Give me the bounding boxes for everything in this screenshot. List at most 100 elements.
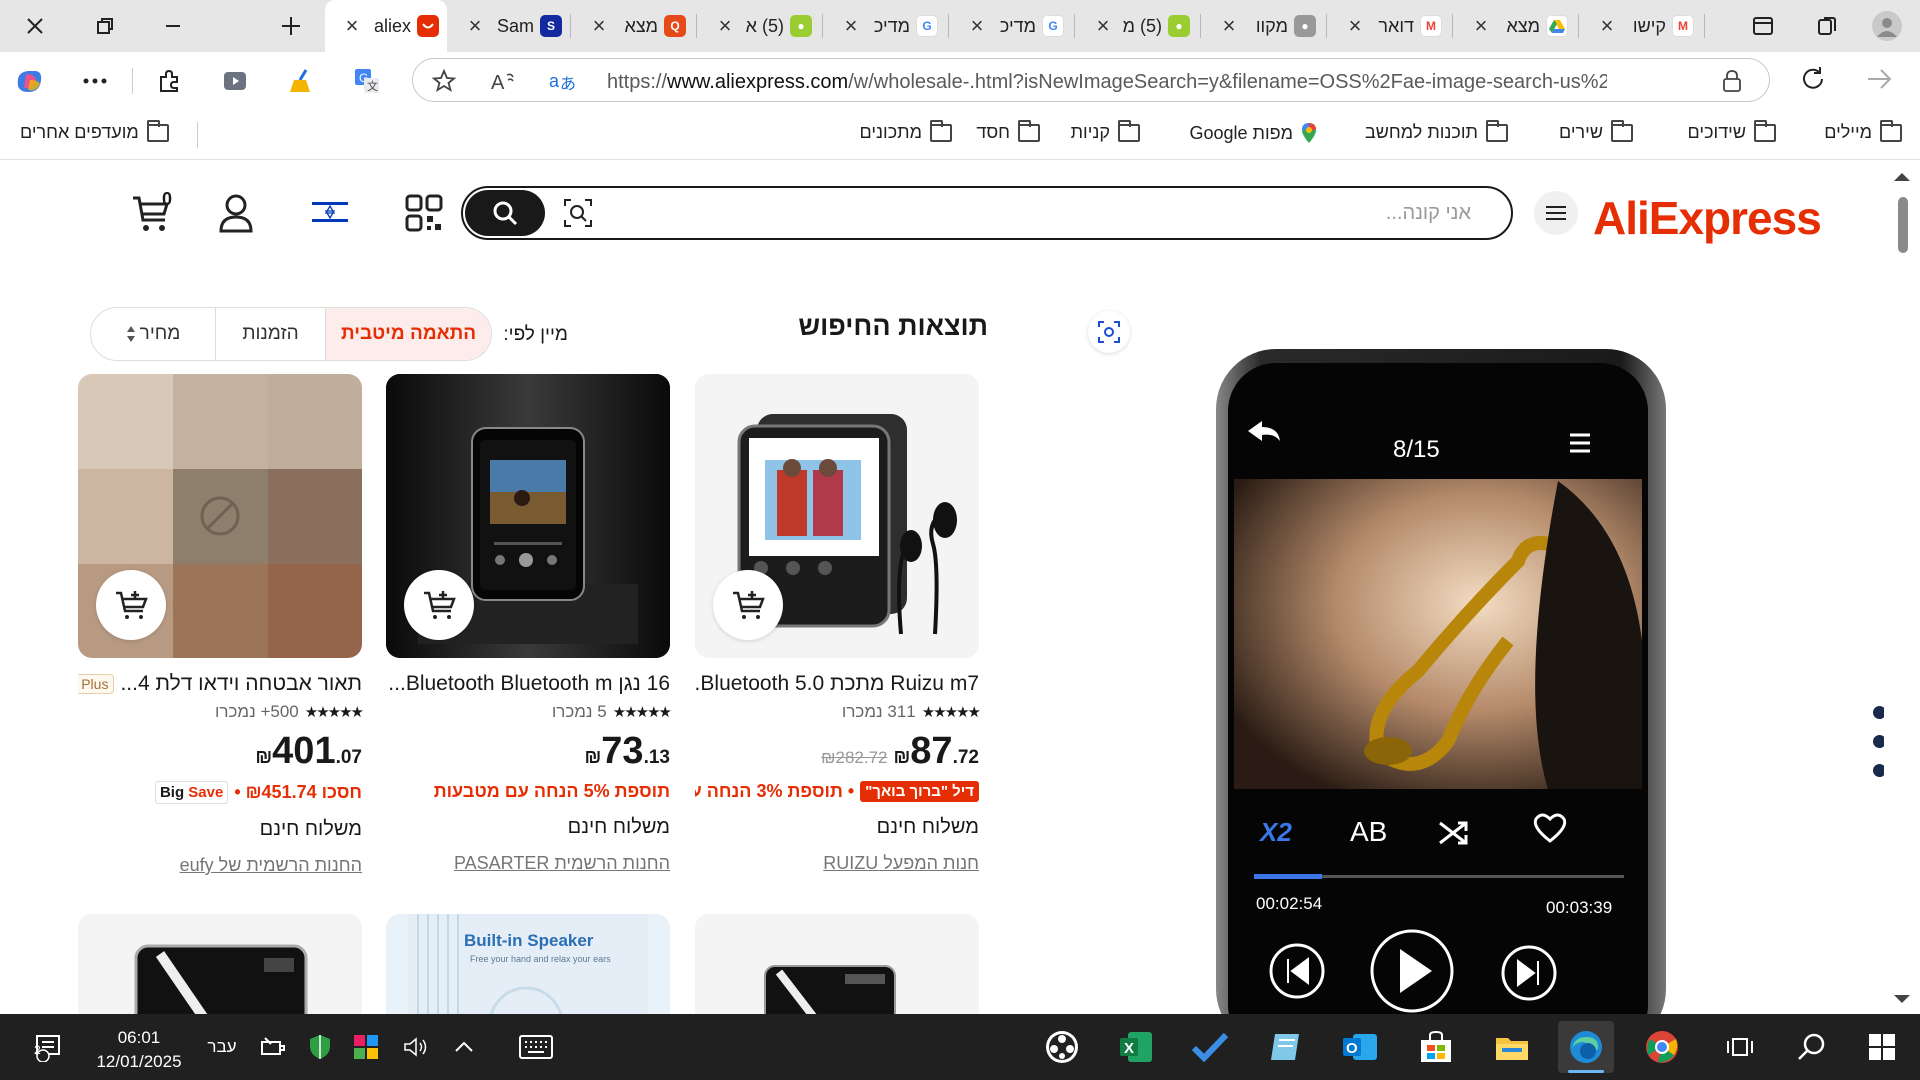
address-bar[interactable]: A aあ https://www.aliexpress.com/w/wholes… bbox=[412, 58, 1770, 102]
chrome-icon[interactable] bbox=[1642, 1027, 1682, 1067]
windows-start-icon[interactable] bbox=[1862, 1027, 1902, 1067]
israel-flag-icon[interactable] bbox=[310, 197, 350, 227]
product-card[interactable] bbox=[78, 914, 362, 1014]
power-icon[interactable] bbox=[252, 1027, 292, 1067]
tab-item[interactable]: M דואר × bbox=[1328, 0, 1450, 52]
minimize-window-icon[interactable] bbox=[152, 6, 194, 46]
bookmark-folder[interactable]: חסד bbox=[976, 119, 1040, 143]
product-card[interactable] bbox=[695, 914, 979, 1014]
bookmark-folder[interactable]: תוכנות למחשב bbox=[1365, 119, 1508, 143]
read-aloud-icon[interactable]: A bbox=[491, 68, 517, 94]
tab-close-icon[interactable]: × bbox=[714, 13, 736, 39]
sort-orders[interactable]: הזמנות bbox=[215, 308, 325, 360]
volume-icon[interactable] bbox=[396, 1027, 436, 1067]
add-to-cart-button[interactable] bbox=[96, 570, 166, 640]
product-title[interactable]: Ruizu m7 מתכת Bluetooth 5.0... bbox=[695, 672, 979, 696]
more-options-icon[interactable] bbox=[78, 64, 112, 98]
tab-close-icon[interactable]: × bbox=[1344, 13, 1366, 39]
notifications-icon[interactable]: 2 bbox=[28, 1027, 68, 1067]
tab-item[interactable]: ● מקוו × bbox=[1202, 0, 1324, 52]
store-link[interactable]: החנות הרשמית של eufy bbox=[78, 855, 362, 876]
product-title[interactable]: תאור אבטחה וידאו דלת 4... Plus bbox=[78, 672, 362, 696]
file-explorer-icon[interactable] bbox=[1492, 1027, 1532, 1067]
translate-extension-icon[interactable]: G文 bbox=[350, 64, 384, 98]
clock[interactable]: 06:01 12/01/2025 bbox=[84, 1026, 194, 1074]
restore-window-icon[interactable] bbox=[84, 6, 126, 46]
tab-close-icon[interactable]: × bbox=[966, 13, 988, 39]
excel-icon[interactable]: X bbox=[1116, 1027, 1156, 1067]
product-card[interactable]: Built-in Speaker Free your hand and rela… bbox=[386, 914, 670, 1014]
tab-close-icon[interactable]: × bbox=[464, 13, 486, 39]
tab-close-icon[interactable]: × bbox=[1092, 13, 1114, 39]
sort-price[interactable]: מחיר bbox=[91, 308, 215, 360]
workspaces-icon[interactable] bbox=[1806, 6, 1848, 46]
product-title[interactable]: 16 נגן Bluetooth Bluetooth m... bbox=[386, 672, 670, 696]
show-hidden-icons[interactable] bbox=[444, 1027, 484, 1067]
add-to-cart-button[interactable] bbox=[404, 570, 474, 640]
extensions-icon[interactable] bbox=[152, 64, 186, 98]
tab-item[interactable]: Q מצא × bbox=[572, 0, 694, 52]
tab-close-icon[interactable]: × bbox=[1470, 13, 1492, 39]
sort-best-match[interactable]: התאמה מיטבית bbox=[325, 308, 491, 360]
tab-item[interactable]: G מדיכ × bbox=[824, 0, 946, 52]
bookmark-folder[interactable]: מיילים bbox=[1824, 119, 1902, 143]
product-card[interactable]: תאור אבטחה וידאו דלת 4... Plus ★★★★★ 500+ … bbox=[78, 374, 364, 876]
tab-item[interactable]: ● (5) א × bbox=[698, 0, 820, 52]
image-search-icon[interactable] bbox=[563, 198, 593, 228]
url-text[interactable]: https://www.aliexpress.com/w/wholesale-.… bbox=[607, 71, 1607, 94]
cart-icon[interactable]: 0 bbox=[128, 189, 178, 235]
tab-item[interactable]: M קישו × bbox=[1580, 0, 1702, 52]
video-extension-icon[interactable] bbox=[218, 64, 252, 98]
search-input[interactable]: אני קונה... bbox=[771, 202, 1471, 225]
tab-item[interactable]: G מדיכ × bbox=[950, 0, 1072, 52]
tab-close-icon[interactable]: × bbox=[840, 13, 862, 39]
store-icon[interactable] bbox=[1416, 1027, 1456, 1067]
pagination-dots[interactable] bbox=[1873, 706, 1884, 793]
store-link[interactable]: חנות המפעל RUIZU bbox=[695, 853, 979, 874]
copilot-icon[interactable] bbox=[12, 64, 46, 98]
account-icon[interactable] bbox=[216, 191, 256, 235]
menu-button[interactable] bbox=[1534, 191, 1578, 235]
search-icon[interactable] bbox=[1792, 1027, 1832, 1067]
product-image[interactable] bbox=[78, 374, 362, 658]
tab-item[interactable]: מצא × bbox=[1454, 0, 1576, 52]
notes-app-icon[interactable] bbox=[1266, 1027, 1306, 1067]
product-image[interactable] bbox=[695, 374, 979, 658]
qr-code-icon[interactable] bbox=[404, 193, 444, 233]
edge-browser-icon[interactable] bbox=[1558, 1021, 1614, 1073]
tab-item[interactable]: S Sam × bbox=[448, 0, 570, 52]
favorite-star-icon[interactable] bbox=[431, 68, 457, 94]
security-shield-icon[interactable] bbox=[300, 1027, 340, 1067]
tab-item[interactable]: ● (5) מ × bbox=[1076, 0, 1198, 52]
store-link[interactable]: החנות הרשמית PASARTER bbox=[386, 853, 670, 874]
forward-icon[interactable] bbox=[1862, 62, 1896, 96]
product-card[interactable]: Ruizu m7 מתכת Bluetooth 5.0... ★★★★★ 311 … bbox=[695, 374, 981, 874]
keyboard-icon[interactable] bbox=[516, 1027, 556, 1067]
add-to-cart-button[interactable] bbox=[713, 570, 783, 640]
lock-icon[interactable] bbox=[1719, 68, 1745, 94]
bookmark-folder[interactable]: שידוכים bbox=[1688, 119, 1776, 143]
product-image[interactable] bbox=[386, 374, 670, 658]
search-button[interactable] bbox=[465, 190, 545, 236]
refresh-icon[interactable] bbox=[1796, 62, 1830, 96]
bookmark-folder[interactable]: מתכונים bbox=[860, 119, 952, 143]
broom-extension-icon[interactable] bbox=[284, 64, 318, 98]
tab-aliexpress[interactable]: aliex × bbox=[325, 0, 447, 52]
bookmark-folder[interactable]: שירים bbox=[1559, 119, 1633, 143]
app-tray-icon[interactable] bbox=[346, 1027, 386, 1067]
profile-avatar[interactable] bbox=[1866, 6, 1908, 46]
language-indicator[interactable]: עבר bbox=[202, 1027, 242, 1067]
tab-close-icon[interactable]: × bbox=[1596, 13, 1618, 39]
outlook-icon[interactable]: O bbox=[1340, 1027, 1380, 1067]
tab-close-icon[interactable]: × bbox=[588, 13, 610, 39]
other-favorites[interactable]: מועדפים אחרים bbox=[20, 119, 169, 143]
translate-page-icon[interactable]: aあ bbox=[549, 68, 575, 94]
close-window-icon[interactable] bbox=[14, 6, 56, 46]
bookmark-folder[interactable]: קניות bbox=[1071, 119, 1140, 143]
new-tab-button[interactable] bbox=[270, 6, 312, 46]
aliexpress-logo[interactable]: AliExpress bbox=[1593, 191, 1822, 245]
tab-actions-icon[interactable] bbox=[1742, 6, 1784, 46]
todo-icon[interactable] bbox=[1190, 1027, 1230, 1067]
bookmark-link[interactable]: מפות Google bbox=[1189, 122, 1317, 144]
tab-close-icon[interactable]: × bbox=[341, 13, 363, 39]
